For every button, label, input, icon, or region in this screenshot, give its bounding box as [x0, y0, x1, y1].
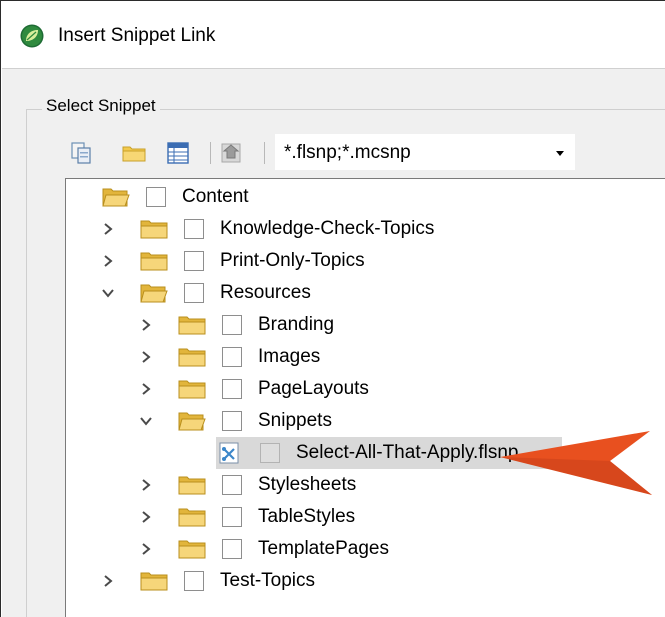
open-folder-icon: [140, 284, 168, 303]
tree-item-label: Stylesheets: [258, 474, 357, 495]
tree-item-label: TemplatePages: [258, 538, 389, 559]
tree-item-checkbox[interactable]: [184, 251, 204, 271]
tree-item-checkbox[interactable]: [146, 187, 166, 207]
tree-item-checkbox[interactable]: [222, 315, 242, 335]
tree-item-label: PageLayouts: [258, 378, 369, 399]
tree-item[interactable]: Resources: [66, 277, 665, 309]
tree-item-label: Print-Only-Topics: [220, 250, 365, 271]
tree-item[interactable]: TemplatePages: [66, 533, 665, 565]
tree-item-checkbox[interactable]: [184, 571, 204, 591]
snippet-file-icon: [219, 442, 239, 464]
tree-item-checkbox[interactable]: [184, 219, 204, 239]
tree-item-checkbox[interactable]: [222, 347, 242, 367]
toolbar: *.flsnp;*.mcsnp: [67, 132, 665, 176]
folder-icon: [140, 572, 168, 591]
tree-item-checkbox[interactable]: [222, 475, 242, 495]
folder-icon: [178, 540, 206, 559]
folder-icon: [140, 252, 168, 271]
tree-item-label: Snippets: [258, 410, 332, 431]
folder-icon: [140, 220, 168, 239]
tree-item[interactable]: Content: [66, 181, 665, 213]
tree-item-checkbox[interactable]: [222, 411, 242, 431]
dialog-window: Insert Snippet Link Select Snippet *.fls…: [0, 0, 665, 617]
toolbar-separator: [264, 142, 265, 164]
navigate-up-icon[interactable]: [219, 140, 245, 166]
tree-item[interactable]: Knowledge-Check-Topics: [66, 213, 665, 245]
file-filter-dropdown[interactable]: *.flsnp;*.mcsnp: [275, 134, 575, 170]
copy-icon[interactable]: [69, 140, 95, 166]
folder-tree[interactable]: Content Knowledge-Check-Topics Print-Only-…: [65, 178, 665, 617]
folder-icon: [178, 508, 206, 527]
chevron-right-icon[interactable]: [100, 573, 116, 589]
chevron-right-icon[interactable]: [138, 509, 154, 525]
open-folder-icon: [178, 412, 206, 431]
tree-item-checkbox[interactable]: [222, 539, 242, 559]
folder-icon: [178, 316, 206, 335]
tree-item[interactable]: PageLayouts: [66, 373, 665, 405]
chevron-right-icon[interactable]: [100, 221, 116, 237]
tree-item-checkbox[interactable]: [222, 507, 242, 527]
folder-icon: [178, 348, 206, 367]
tree-item[interactable]: Print-Only-Topics: [66, 245, 665, 277]
tree-item-label: Content: [182, 186, 249, 207]
folder-icon: [178, 380, 206, 399]
chevron-down-icon[interactable]: [138, 413, 154, 429]
chevron-right-icon[interactable]: [138, 381, 154, 397]
tree-item-label: Branding: [258, 314, 335, 335]
tree-item-checkbox[interactable]: [222, 379, 242, 399]
tree-item-label: Resources: [220, 282, 311, 303]
tree-item-label: Test-Topics: [220, 570, 316, 591]
window-title: Insert Snippet Link: [58, 25, 216, 46]
chevron-right-icon[interactable]: [100, 253, 116, 269]
tree-item[interactable]: Branding: [66, 309, 665, 341]
dropdown-arrow-icon: [556, 151, 564, 156]
open-folder-icon: [102, 188, 130, 207]
file-filter-value: *.flsnp;*.mcsnp: [284, 142, 411, 163]
chevron-right-icon[interactable]: [138, 349, 154, 365]
tree-item-checkbox[interactable]: [260, 443, 280, 463]
chevron-right-icon[interactable]: [138, 477, 154, 493]
folder-icon[interactable]: [121, 140, 147, 166]
chevron-down-icon[interactable]: [100, 285, 116, 301]
toolbar-separator: [210, 142, 211, 164]
tree-item-label: Select-All-That-Apply.flsnp: [296, 442, 519, 463]
folder-icon: [178, 476, 206, 495]
flare-leaf-icon: [20, 24, 44, 48]
group-label: Select Snippet: [42, 95, 160, 117]
chevron-right-icon[interactable]: [138, 541, 154, 557]
tree-item-checkbox[interactable]: [184, 283, 204, 303]
tree-item[interactable]: Test-Topics: [66, 565, 665, 597]
tree-item-label: Knowledge-Check-Topics: [220, 218, 435, 239]
tree-item[interactable]: Images: [66, 341, 665, 373]
tree-item[interactable]: TableStyles: [66, 501, 665, 533]
pointer-arrow-icon: [500, 431, 652, 495]
title-bar[interactable]: Insert Snippet Link: [2, 2, 665, 68]
tree-item-label: Images: [258, 346, 321, 367]
tree-item-label: TableStyles: [258, 506, 356, 527]
grid-view-icon[interactable]: [165, 140, 191, 166]
chevron-right-icon[interactable]: [138, 317, 154, 333]
